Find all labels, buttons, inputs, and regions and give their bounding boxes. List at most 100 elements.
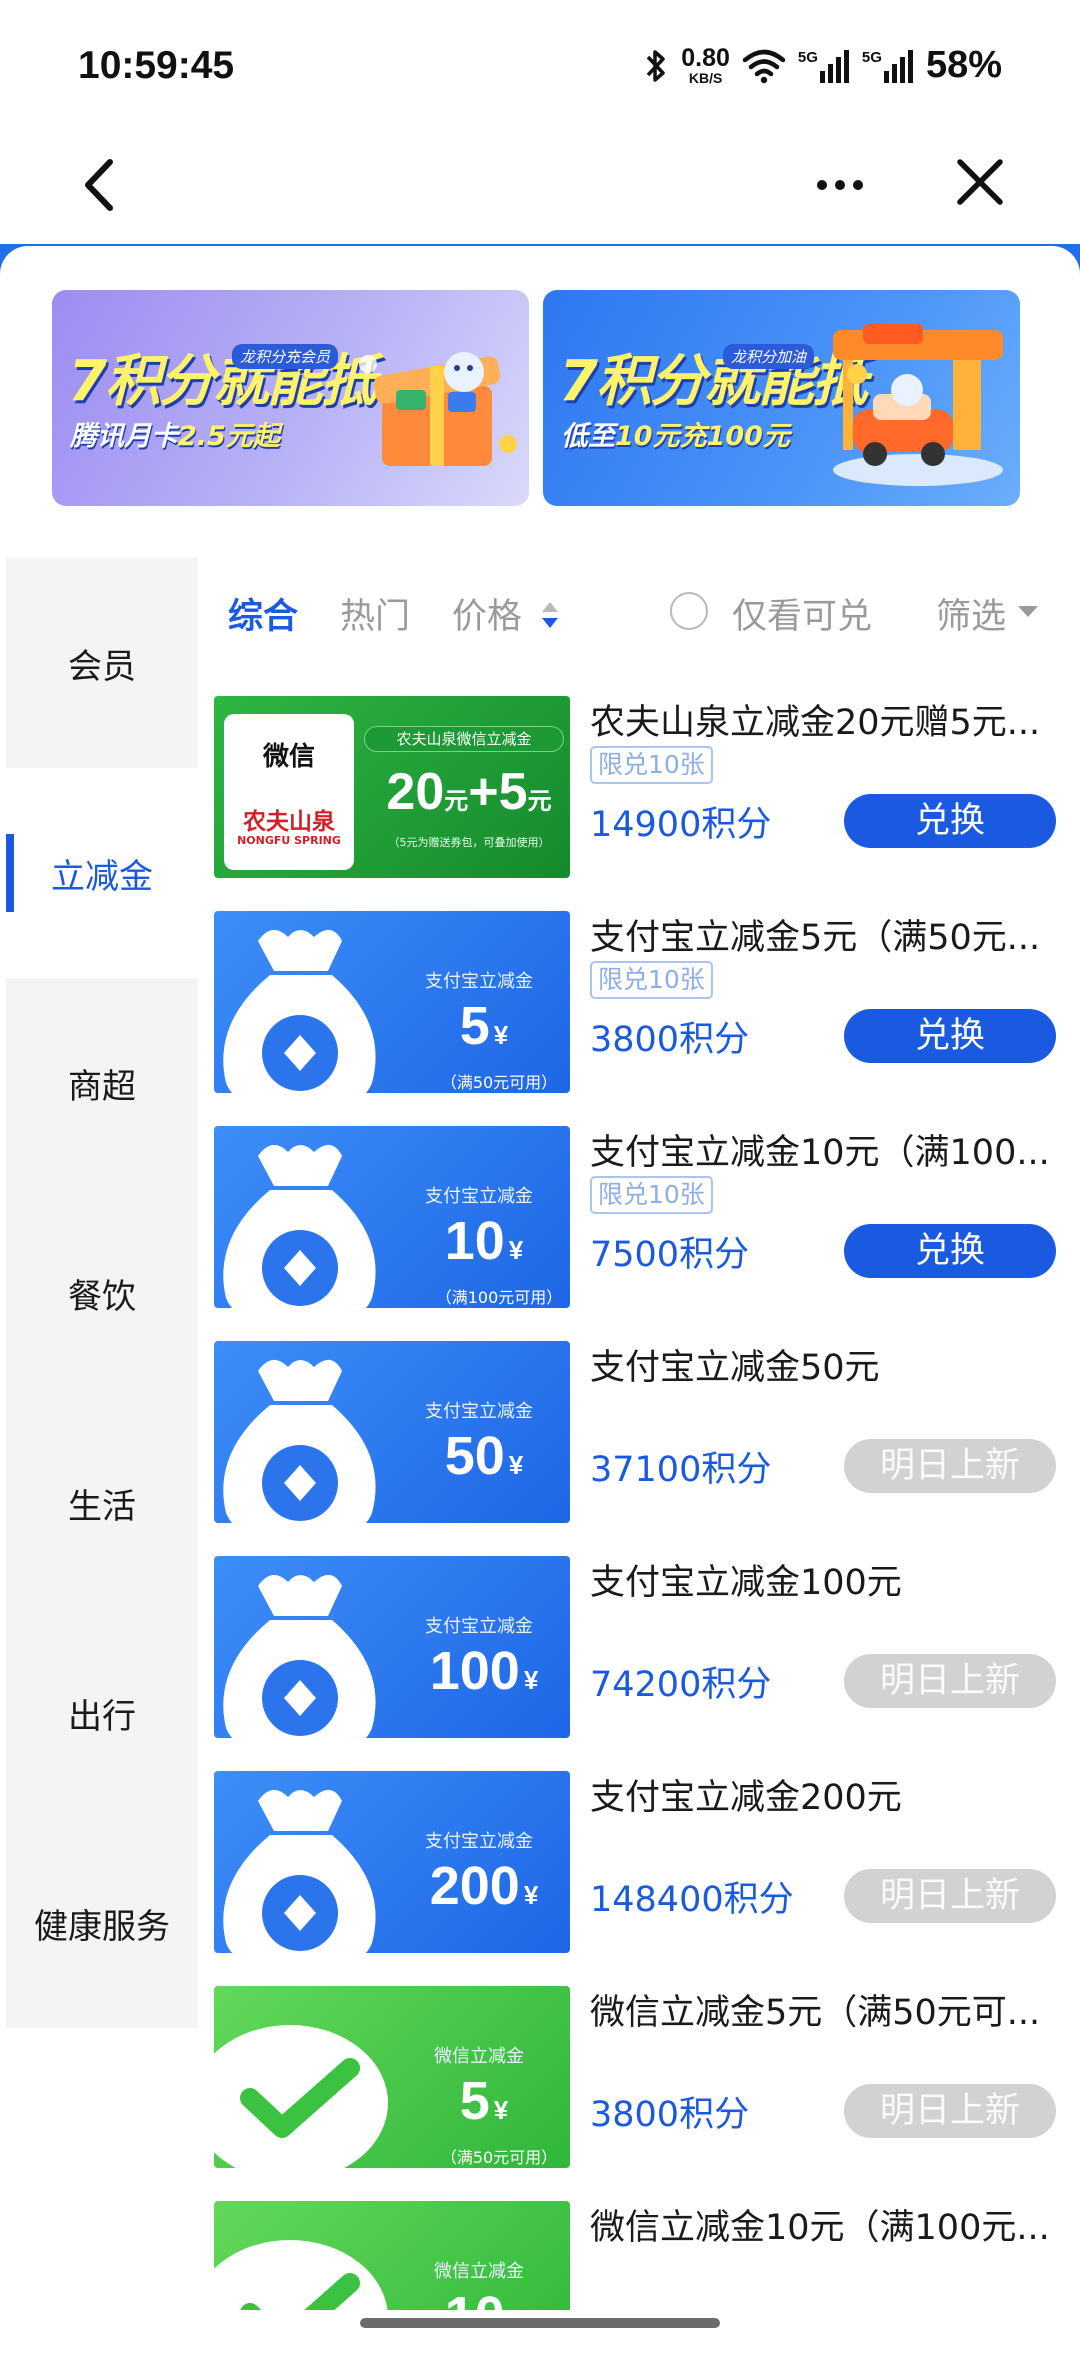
close-icon[interactable] [950,152,1010,212]
banner-member-recharge[interactable]: 7积分就能抵 龙积分充会员 腾讯月卡2.5元起 [52,290,529,506]
product-title: 支付宝立减金50元 [590,1348,880,1388]
banner-subline: 腾讯月卡2.5元起 [70,421,280,452]
points-price: 74200积分 [590,1665,772,1705]
product-image: 支付宝立减金 50 ¥ [214,1341,570,1523]
sidebar-item-dining[interactable]: 餐饮 [6,1188,198,1398]
coupon-amount: 100 ¥ [429,1641,539,1701]
product-title: 支付宝立减金200元 [590,1778,902,1818]
product-image: 支付宝立减金 10 ¥ （满100元可用） [214,1126,570,1308]
limit-badge: 限兑10张 [590,1176,713,1214]
wifi-icon [742,49,786,83]
product-image: 微信立减金 5 ¥ （满50元可用） [214,1986,570,2168]
product-image: 支付宝立减金 100 ¥ [214,1556,570,1738]
coupon-amount: 5 ¥ [459,996,509,1056]
points-price: 3800积分 [590,2095,750,2135]
sidebar-item-supermarket[interactable]: 商超 [6,978,198,1188]
product-item[interactable]: 支付宝立减金 200 ¥ 支付宝立减金200元 148400积分 明日上新 [198,1745,1080,1960]
redeem-button[interactable]: 兑换 [844,1224,1056,1278]
coming-soon-button[interactable]: 明日上新 [844,1439,1056,1493]
wechat-check-icon [214,2025,388,2168]
coupon-amount: 10¥ [374,2285,570,2310]
sidebar-item-travel[interactable]: 出行 [6,1608,198,1818]
network-speed: 0.80 KB/S [681,44,730,86]
banner-tag: 龙积分加油 [723,344,815,369]
product-item[interactable]: 微信立减金 5 ¥ （满50元可用） 微信立减金5元（满50元可... 3800积… [198,1960,1080,2175]
signal-icon [883,49,913,83]
filter-dropdown-icon [1018,606,1038,617]
battery-level: 58% [925,44,1002,86]
banner-tag: 龙积分充会员 [232,344,339,369]
chevron-left-icon[interactable] [68,150,138,220]
signal-icon [819,49,849,83]
status-time: 10:59:45 [78,44,235,87]
coupon-amount: 50 ¥ [444,1426,524,1486]
gift-box-illustration [359,352,517,466]
wechat-check-icon [214,2240,388,2310]
product-title: 支付宝立减金100元 [590,1563,902,1603]
sidebar-item-health[interactable]: 健康服务 [6,1818,198,2028]
product-item[interactable]: 微信立减金 10¥ 微信立减金10元（满100元... [198,2175,1080,2310]
money-bag-icon [223,1574,376,1738]
product-title: 微信立减金5元（满50元可... [590,1993,1041,2033]
points-price: 37100积分 [590,1450,772,1490]
product-item[interactable]: 支付宝立减金 5 ¥ （满50元可用） 支付宝立减金5元（满50元... 限兑10… [198,885,1080,1100]
product-item[interactable]: 支付宝立减金 10 ¥ （满100元可用） 支付宝立减金10元（满100... 限… [198,1100,1080,1315]
product-title: 支付宝立减金10元（满100... [590,1133,1050,1173]
status-icons: 0.80 KB/S 5G 5G 58% [643,44,1002,87]
redeem-button[interactable]: 兑换 [844,794,1056,848]
coming-soon-button[interactable]: 明日上新 [844,1869,1056,1923]
points-price: 14900积分 [590,805,772,845]
filter-button[interactable]: 筛选 [936,588,1006,639]
coming-soon-button[interactable]: 明日上新 [844,1654,1056,1708]
sort-bar: 综合 热门 价格 仅看可兑 筛选 [198,574,1080,648]
product-item[interactable]: 支付宝立减金 100 ¥ 支付宝立减金100元 74200积分 明日上新 [198,1530,1080,1745]
active-indicator [6,834,14,912]
sidebar-item-life[interactable]: 生活 [6,1398,198,1608]
sidebar-item-member[interactable]: 会员 [6,558,198,768]
product-title: 农夫山泉立减金20元赠5元... [590,703,1041,743]
coupon-amount: 200 ¥ [429,1856,539,1916]
product-image: 支付宝立减金 5 ¥ （满50元可用） [214,911,570,1093]
coming-soon-button[interactable]: 明日上新 [844,2084,1056,2138]
product-list: 微信 农夫山泉 NONGFU SPRING 农夫山泉微信立减金 20元+5元 （… [198,670,1080,2310]
more-dots-icon[interactable] [810,160,870,210]
nav-bar [0,130,1080,246]
gas-station-illustration [833,324,1003,486]
product-title: 支付宝立减金5元（满50元... [590,918,1041,958]
signal-sim1: 5G [798,49,850,83]
bluetooth-icon [646,49,665,82]
points-price: 148400积分 [590,1880,794,1920]
status-bar: 10:59:45 0.80 KB/S 5G 5G 58% [0,0,1080,130]
category-sidebar: 会员 立减金 商超 餐饮 生活 出行 健康服务 [6,558,198,2028]
product-image: 微信 农夫山泉 NONGFU SPRING 农夫山泉微信立减金 20元+5元 （… [214,696,570,878]
banner-headline: 7积分就能抵 [559,349,868,414]
product-title: 微信立减金10元（满100元... [590,2208,1050,2248]
sort-comprehensive[interactable]: 综合 [228,588,298,639]
only-available-label[interactable]: 仅看可兑 [732,588,872,639]
money-bag-icon [223,929,376,1093]
points-price: 7500积分 [590,1235,750,1275]
product-item[interactable]: 微信 农夫山泉 NONGFU SPRING 农夫山泉微信立减金 20元+5元 （… [198,670,1080,885]
only-available-radio[interactable] [670,592,708,630]
home-indicator[interactable] [360,2318,720,2328]
sort-hot[interactable]: 热门 [340,588,410,639]
coupon-amount: 5 ¥ [459,2071,509,2131]
product-image: 支付宝立减金 200 ¥ [214,1771,570,1953]
limit-badge: 限兑10张 [590,746,713,784]
product-item[interactable]: 支付宝立减金 50 ¥ 支付宝立减金50元 37100积分 明日上新 [198,1315,1080,1530]
coupon-amount: 20元+5元 [386,763,552,821]
limit-badge: 限兑10张 [590,961,713,999]
product-image: 微信立减金 10¥ [214,2201,570,2310]
banner-subline: 低至10元充100元 [561,421,790,452]
points-price: 3800积分 [590,1020,750,1060]
brand-card: 微信 农夫山泉 NONGFU SPRING [224,714,354,870]
sort-arrows-icon [542,602,558,628]
sidebar-item-discount[interactable]: 立减金 [6,768,198,978]
redeem-button[interactable]: 兑换 [844,1009,1056,1063]
money-bag-icon [223,1789,376,1953]
sort-price[interactable]: 价格 [452,588,522,639]
coupon-amount: 10¥ [444,1211,524,1271]
money-bag-icon [223,1359,376,1523]
money-bag-icon [223,1144,376,1308]
banner-fuel-recharge[interactable]: 7积分就能抵 龙积分加油 低至10元充100元 [543,290,1020,506]
